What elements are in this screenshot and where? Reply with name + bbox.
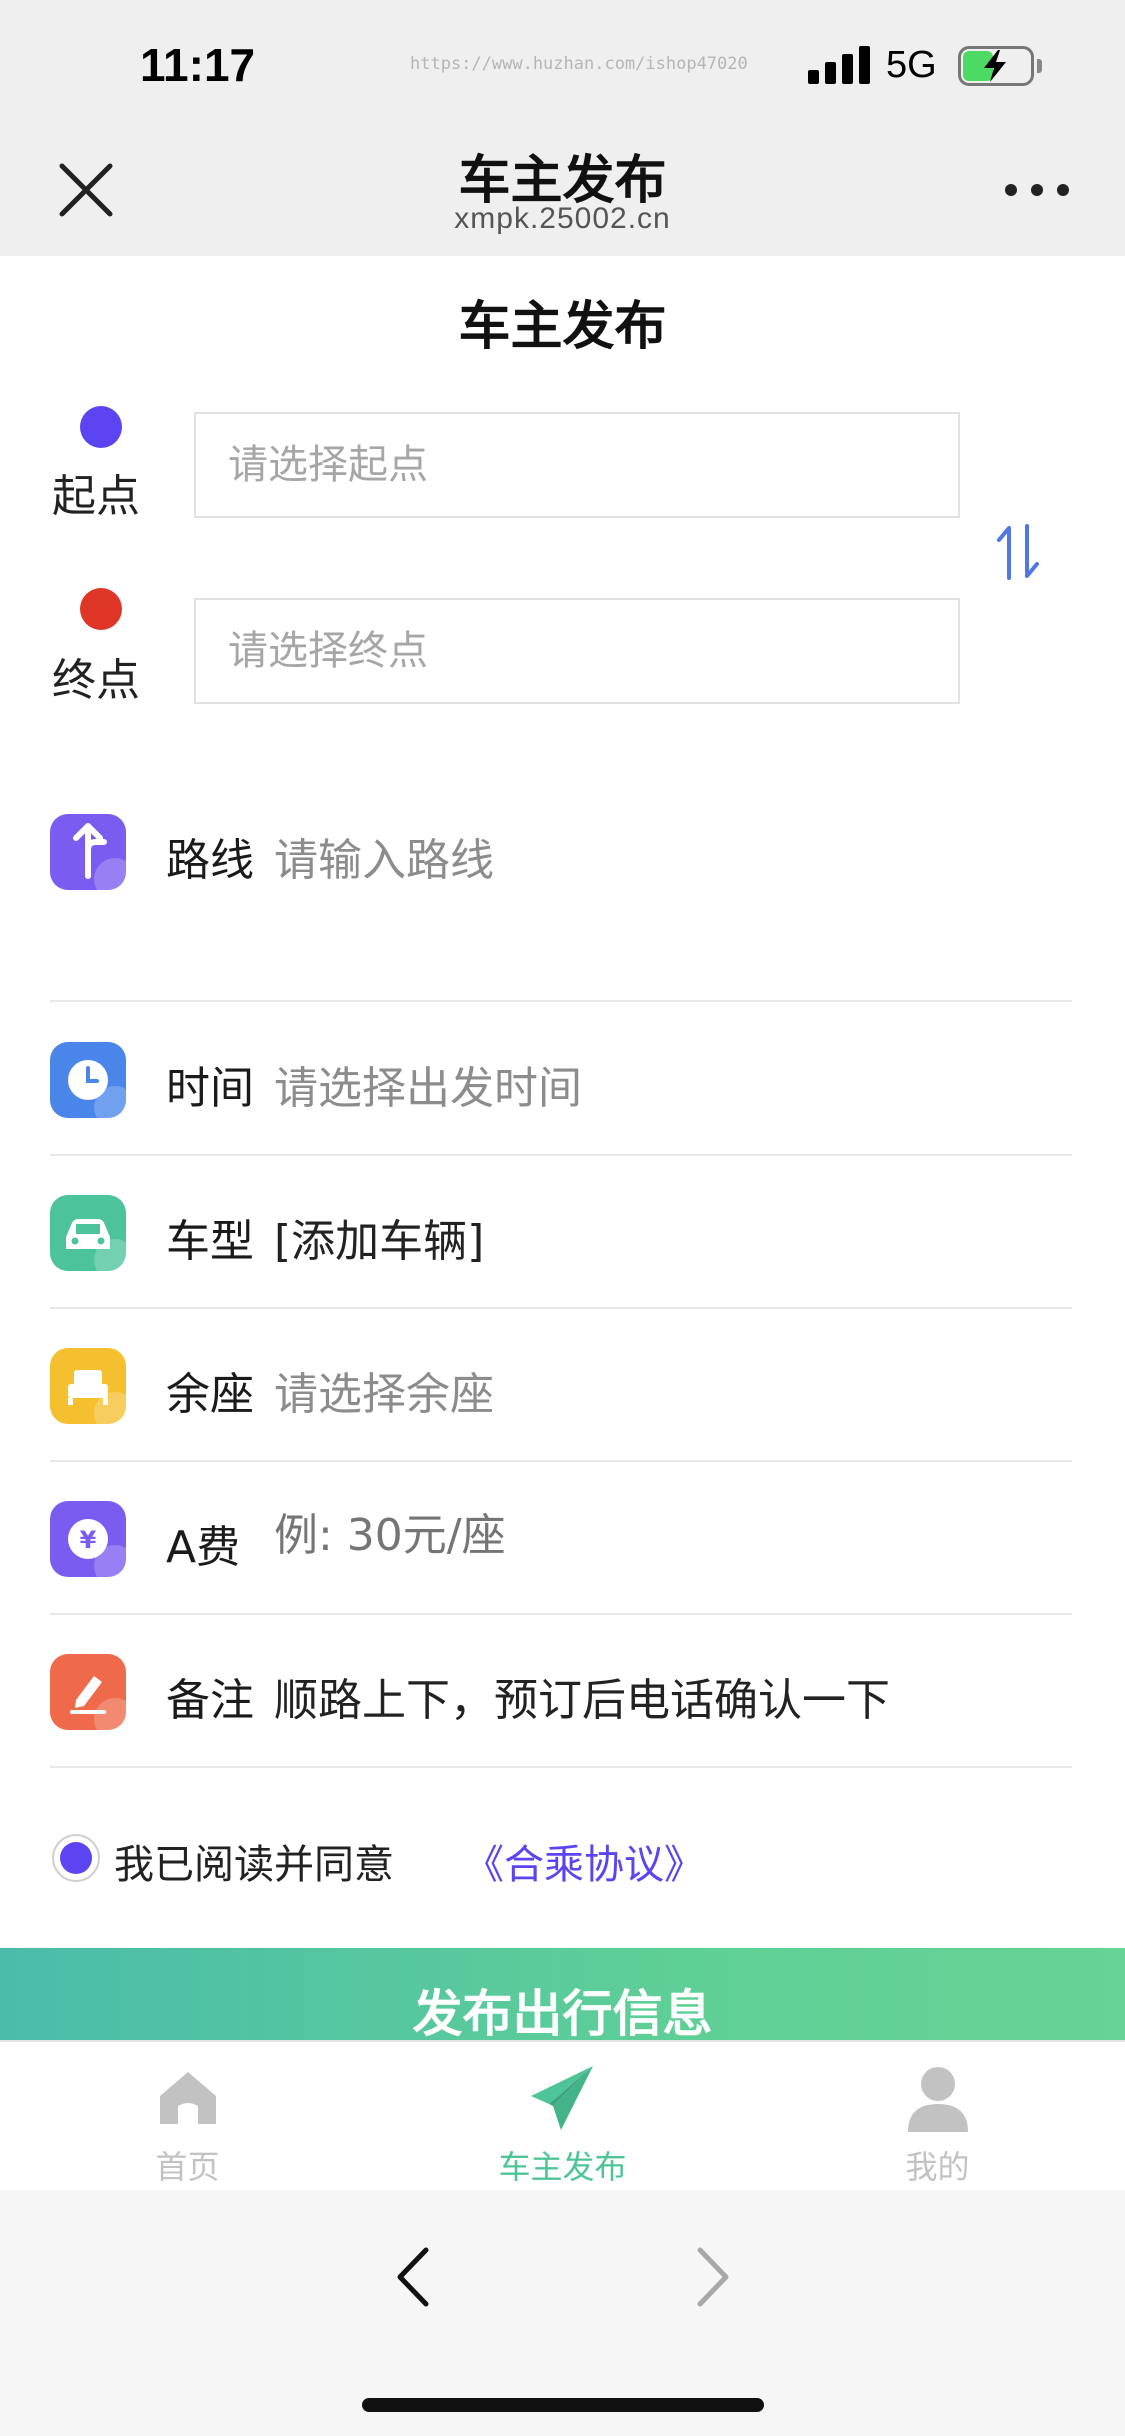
time-value: 请选择出发时间 <box>274 1063 582 1114</box>
user-icon <box>902 2062 974 2134</box>
agree-text: 我已阅读并同意 <box>114 1842 394 1888</box>
fee-row[interactable]: ¥ A费 <box>50 1463 1072 1615</box>
vehicle-row[interactable]: 车型 [添加车辆] <box>50 1157 1072 1309</box>
status-bar: 11:17 https://www.huzhan.com/ishop47020 … <box>0 0 1125 130</box>
destination-input[interactable] <box>194 598 960 704</box>
origin-dot-icon <box>80 406 122 448</box>
network-type: 5G <box>886 44 937 86</box>
send-icon <box>527 2062 599 2134</box>
seat-icon <box>50 1348 126 1424</box>
url-watermark: https://www.huzhan.com/ishop47020 <box>410 54 748 74</box>
publish-button[interactable]: 发布出行信息 <box>0 1948 1125 2040</box>
remark-value[interactable]: 顺路上下，预订后电话确认一下 <box>274 1664 890 1728</box>
home-indicator <box>362 2398 764 2412</box>
back-icon[interactable] <box>388 2242 438 2312</box>
remark-label: 备注 <box>166 1675 254 1726</box>
browser-toolbar <box>0 2190 1125 2436</box>
fee-input[interactable] <box>274 1507 834 1563</box>
destination-label: 终点 <box>52 655 140 706</box>
tab-label: 首页 <box>155 2148 220 2186</box>
tab-label: 我的 <box>905 2148 970 2186</box>
signal-icon <box>808 44 872 84</box>
status-time: 11:17 <box>140 39 256 91</box>
forward-icon[interactable] <box>688 2242 738 2312</box>
origin-row: 起点 <box>0 396 1125 556</box>
seats-value: 请选择余座 <box>274 1369 494 1420</box>
agree-radio[interactable] <box>52 1834 100 1882</box>
route-divider-area <box>50 848 1072 1004</box>
seats-label: 余座 <box>166 1369 254 1420</box>
more-icon[interactable] <box>1005 180 1069 200</box>
yuan-icon: ¥ <box>50 1501 126 1577</box>
car-icon <box>50 1195 126 1271</box>
battery-icon <box>958 46 1042 86</box>
add-vehicle-link[interactable]: [添加车辆] <box>274 1205 484 1269</box>
page-title: 车主发布 <box>458 297 667 357</box>
time-label: 时间 <box>166 1063 254 1114</box>
origin-label: 起点 <box>52 471 140 522</box>
svg-text:¥: ¥ <box>80 1526 97 1554</box>
tab-profile[interactable]: 我的 <box>750 2042 1125 2192</box>
seats-row[interactable]: 余座 请选择余座 <box>50 1310 1072 1462</box>
agreement-link[interactable]: 《合乘协议》 <box>464 1832 704 1890</box>
time-row[interactable]: 时间 请选择出发时间 <box>50 1004 1072 1156</box>
home-icon <box>152 2062 224 2134</box>
tab-bar: 首页 车主发布 我的 <box>0 2040 1125 2190</box>
nav-bar: 车主发布 xmpk.25002.cn <box>0 130 1125 256</box>
destination-dot-icon <box>80 588 122 630</box>
divider <box>50 1000 1072 1002</box>
destination-row: 终点 <box>0 582 1125 742</box>
tab-label: 车主发布 <box>498 2148 627 2186</box>
tab-home[interactable]: 首页 <box>0 2042 375 2192</box>
remark-row[interactable]: 备注 顺路上下，预订后电话确认一下 <box>50 1616 1072 1768</box>
vehicle-label: 车型 <box>166 1216 254 1267</box>
swap-icon[interactable] <box>994 522 1042 582</box>
fee-label: A费 <box>166 1522 241 1573</box>
pencil-icon <box>50 1654 126 1730</box>
tab-publish[interactable]: 车主发布 <box>375 2042 750 2192</box>
origin-input[interactable] <box>194 412 960 518</box>
nav-url: xmpk.25002.cn <box>454 202 671 235</box>
clock-icon <box>50 1042 126 1118</box>
